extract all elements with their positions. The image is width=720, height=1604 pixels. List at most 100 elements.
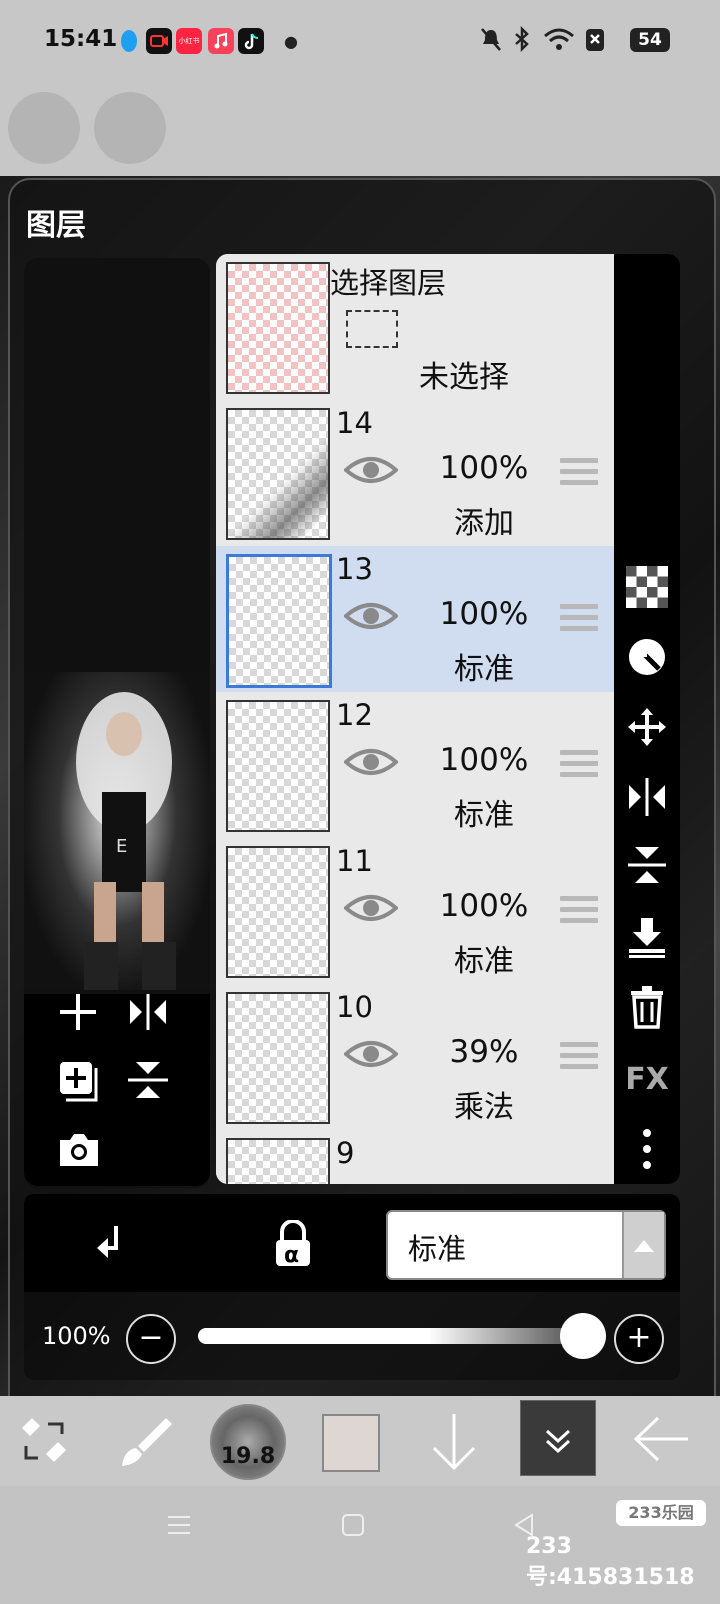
visibility-eye-icon[interactable] [344, 1036, 398, 1072]
layer-thumbnail [226, 262, 330, 394]
redo-button[interactable] [94, 92, 166, 164]
xhs-label: 小红书 [178, 37, 200, 45]
menu-icon[interactable] [166, 1512, 192, 1538]
layer-thumbnail [226, 408, 330, 540]
visibility-eye-icon[interactable] [344, 744, 398, 780]
opacity-label: 100% [42, 1322, 111, 1350]
opacity-slider-knob[interactable] [560, 1313, 606, 1359]
layer-blend-mode: 添加 [454, 506, 514, 541]
camera-icon[interactable] [56, 1130, 102, 1170]
sim-off-icon [586, 29, 604, 51]
wifi-icon [544, 28, 574, 50]
preview-image: E [24, 672, 210, 990]
layer-thumbnail [226, 846, 330, 978]
layer-row-13[interactable]: 13 100% 标准 [216, 546, 624, 694]
brush-size-value: 19.8 [220, 1444, 276, 1469]
copy-layer-icon[interactable] [56, 1058, 102, 1104]
arrow-down-icon[interactable] [430, 1410, 478, 1474]
blend-mode-value: 标准 [408, 1232, 467, 1266]
video-icon [146, 28, 172, 54]
layer-blend-mode: 乘法 [454, 1090, 514, 1125]
flip-icon[interactable] [126, 990, 170, 1034]
layer-blend-mode: 标准 [454, 798, 514, 833]
layer-name: 9 [336, 1136, 355, 1170]
visibility-eye-icon[interactable] [344, 598, 398, 634]
layer-row-9[interactable]: 9 [216, 1130, 624, 1184]
clipping-icon[interactable] [94, 1222, 134, 1266]
layer-opacity: 100% [439, 596, 529, 632]
layer-thumbnail [226, 992, 330, 1124]
svg-text:E: E [116, 836, 127, 857]
drag-handle-icon[interactable] [560, 896, 598, 926]
flip-vertical-icon[interactable] [624, 842, 670, 888]
layer-side-tools: FX [614, 254, 680, 1184]
layer-row-11[interactable]: 11 100% 标准 [216, 838, 624, 986]
layer-opacity: 100% [439, 888, 529, 924]
alpha-lock-icon[interactable]: α [272, 1220, 314, 1268]
layer-name: 选择图层 [330, 266, 447, 300]
layer-name: 10 [336, 990, 373, 1024]
layer-row-12[interactable]: 12 100% 标准 [216, 692, 624, 840]
layer-tools [24, 994, 210, 1186]
watermark-text: 233号:415831518 [526, 1534, 695, 1590]
music-icon [208, 28, 234, 54]
chevron-up-icon[interactable] [622, 1212, 664, 1278]
layer-thumbnail [226, 700, 330, 832]
visibility-eye-icon[interactable] [344, 890, 398, 926]
tiktok-icon [238, 28, 264, 54]
layer-name: 13 [336, 552, 373, 586]
trash-icon[interactable] [624, 984, 670, 1030]
xiaohongshu-icon: 小红书 [176, 28, 202, 54]
opacity-decrease-button[interactable]: − [126, 1314, 176, 1364]
home-icon[interactable] [340, 1512, 366, 1538]
panel-title: 图层 [26, 208, 86, 243]
transform-tool-icon[interactable] [18, 1414, 70, 1466]
opacity-slider-track[interactable] [198, 1328, 582, 1344]
circle-half-icon[interactable] [624, 634, 670, 680]
more-vertical-icon[interactable] [624, 1126, 670, 1172]
layer-opacity: 100% [439, 450, 529, 486]
blend-mode-select[interactable]: 标准 [386, 1210, 666, 1280]
checker-icon[interactable] [624, 564, 670, 610]
brush-size-indicator[interactable]: 19.8 [210, 1404, 286, 1480]
chevron-double-down-icon [545, 1429, 571, 1454]
brush-tool-icon[interactable] [118, 1414, 174, 1470]
more-notifications-dot: ● [284, 32, 298, 51]
bluetooth-icon [515, 26, 529, 53]
status-time: 15:41 [44, 26, 118, 52]
layer-blend-mode: 标准 [454, 944, 514, 979]
layer-blend-mode: 标准 [454, 652, 514, 687]
battery-level: 54 [630, 28, 670, 52]
alpha-symbol: α [284, 1243, 299, 1268]
drag-handle-icon[interactable] [560, 750, 598, 780]
layer-row-10[interactable]: 10 39% 乘法 [216, 984, 624, 1132]
merge-down-icon[interactable] [624, 914, 670, 960]
opacity-increase-button[interactable]: + [614, 1314, 664, 1364]
selection-frame-icon [346, 310, 398, 348]
layer-panel-toggle-button[interactable] [520, 1400, 596, 1476]
qq-icon [116, 28, 142, 54]
flip-v-icon[interactable] [126, 1058, 170, 1102]
visibility-eye-icon[interactable] [344, 452, 398, 488]
color-swatch[interactable] [322, 1414, 380, 1472]
undo-button[interactable] [8, 92, 80, 164]
layer-name: 14 [336, 406, 373, 440]
fx-icon[interactable]: FX [624, 1056, 670, 1102]
layer-name: 12 [336, 698, 373, 732]
back-arrow-icon[interactable] [632, 1414, 690, 1464]
flip-horizontal-icon[interactable] [624, 774, 670, 820]
layer-row-selection[interactable]: 选择图层 未选择 [216, 254, 624, 402]
drag-handle-icon[interactable] [560, 458, 598, 488]
layers-list[interactable]: 选择图层 未选择 14 100% 添加 13 100% 标准 12 100% 标… [216, 254, 624, 1184]
drag-handle-icon[interactable] [560, 604, 598, 634]
move-icon[interactable] [624, 704, 670, 750]
layer-thumbnail [226, 1138, 330, 1184]
layer-name: 11 [336, 844, 373, 878]
drag-handle-icon[interactable] [560, 1042, 598, 1072]
mute-icon [481, 28, 501, 51]
layer-row-14[interactable]: 14 100% 添加 [216, 400, 624, 548]
layer-opacity: 39% [449, 1034, 519, 1070]
layer-opacity: 100% [439, 742, 529, 778]
selection-status: 未选择 [419, 360, 509, 395]
add-layer-icon[interactable] [56, 990, 100, 1034]
